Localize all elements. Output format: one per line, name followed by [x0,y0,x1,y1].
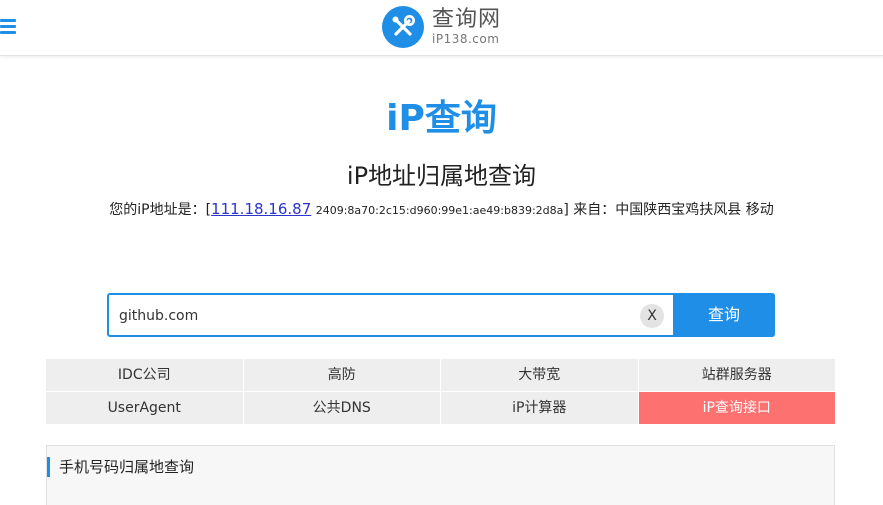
page-subtitle: iP地址归属地查询 [346,162,537,190]
quick-links: IDC公司 高防 大带宽 站群服务器 UserAgent 公共DNS iP计算器… [46,359,835,424]
panel-title: 手机号码归属地查询 [47,457,194,477]
page-title: iP查询 [386,98,497,139]
search-box: X 查询 [107,293,775,337]
menu-icon[interactable] [0,17,18,37]
link-ip-calculator[interactable]: iP计算器 [441,392,638,424]
link-site-group-server[interactable]: 站群服务器 [638,359,835,391]
link-ddos-protection[interactable]: 高防 [243,359,440,391]
link-bandwidth[interactable]: 大带宽 [441,359,638,391]
ipv6-address: 2409:8a70:2c15:d960:99e1:ae49:b839:2d8a [315,204,564,217]
ip-prefix: 您的iP地址是：[ [109,202,212,218]
ipv4-link[interactable]: 111.18.16.87 [211,200,311,218]
logo-name: 查询网 [432,7,502,32]
link-public-dns[interactable]: 公共DNS [243,392,440,424]
logo-domain: iP138.com [432,32,500,46]
tools-icon [382,6,424,48]
phone-lookup-panel: 手机号码归属地查询 [46,445,835,505]
menu-bar [0,25,16,28]
search-button[interactable]: 查询 [673,293,775,337]
current-ip-info: 您的iP地址是：[111.18.16.87 2409:8a70:2c15:d96… [0,199,883,221]
search-input[interactable] [117,301,641,331]
site-logo[interactable]: 查询网 iP138.com [382,5,501,49]
menu-bar [0,19,16,22]
link-ip-api[interactable]: iP查询接口 [638,392,835,424]
site-header: 查询网 iP138.com [0,0,883,56]
link-useragent[interactable]: UserAgent [46,392,243,424]
ip-middle: ] 来自： [563,202,616,218]
ip-location: 中国陕西宝鸡扶风县 移动 [615,202,774,218]
menu-bar [0,31,16,34]
link-idc[interactable]: IDC公司 [46,359,243,391]
clear-button[interactable]: X [640,304,664,328]
